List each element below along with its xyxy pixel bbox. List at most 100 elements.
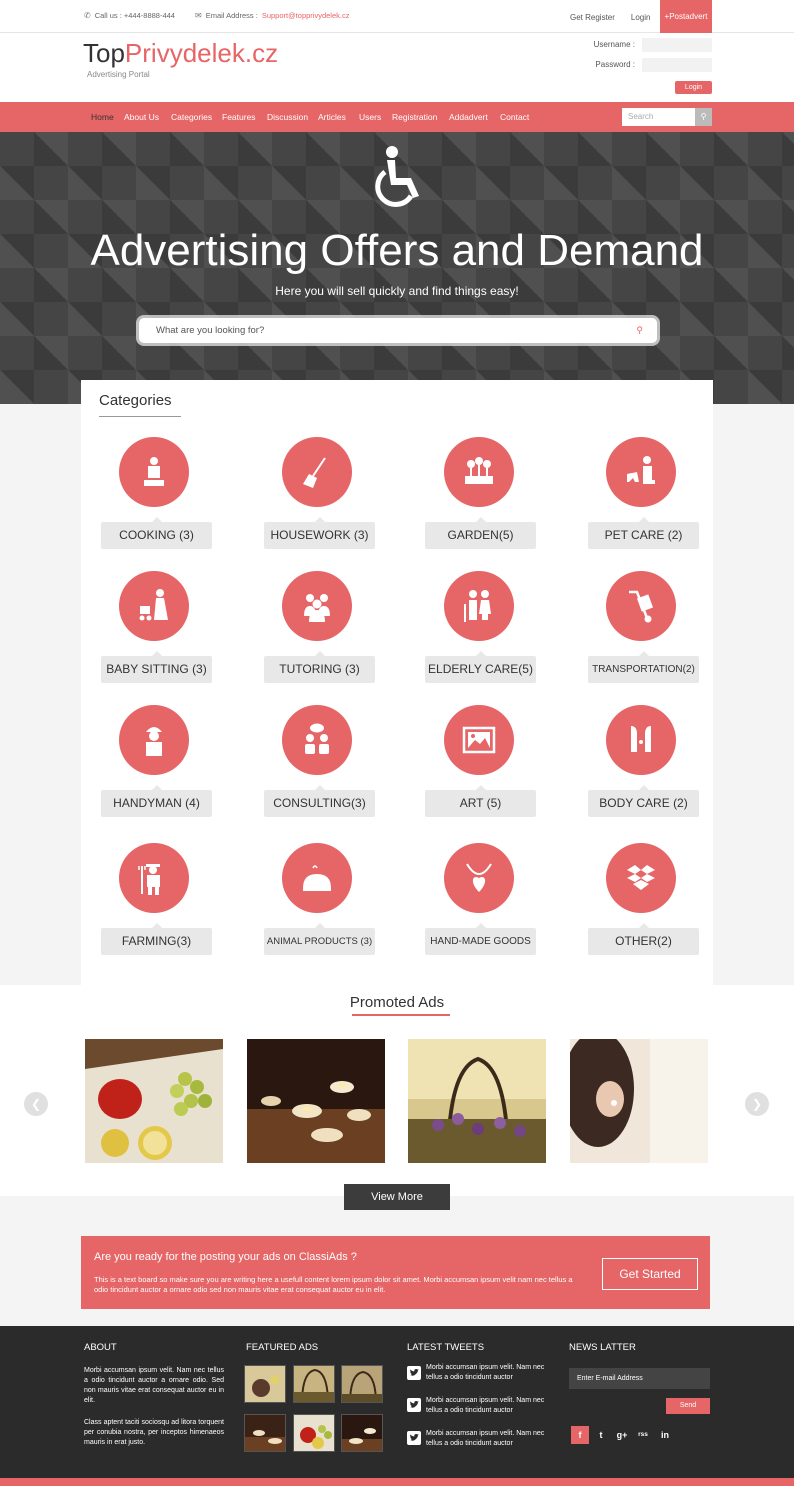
category-label[interactable]: HAND-MADE GOODS — [425, 923, 536, 955]
category-label[interactable]: FARMING(3) — [101, 923, 212, 955]
hero-search-input[interactable]: What are you looking for? ⚲ — [139, 318, 657, 343]
category-label[interactable]: BODY CARE (2) — [588, 785, 699, 817]
site-logo[interactable]: TopPrivydelek.cz — [83, 38, 278, 68]
hero-search-placeholder: What are you looking for? — [156, 325, 265, 336]
category-label[interactable]: PET CARE (2) — [588, 517, 699, 549]
phone-icon: ✆ — [84, 11, 91, 20]
category-circle[interactable] — [444, 705, 514, 775]
chicken-icon — [303, 865, 331, 891]
hero-title: Advertising Offers and Demand — [90, 226, 704, 275]
call-info: ✆ Call us : +444-8888-444 — [84, 11, 175, 20]
category-circle[interactable] — [606, 705, 676, 775]
category-label[interactable]: ANIMAL PRODUCTS (3) — [264, 923, 375, 955]
footer-newsletter-title: NEWS LATTER — [569, 1342, 636, 1353]
password-input[interactable] — [642, 58, 712, 72]
category-label[interactable]: OTHER(2) — [588, 923, 699, 955]
footer-about-p1: Morbi accumsan ipsum velit. Nam nec tell… — [84, 1367, 224, 1404]
promoted-ad-image-vegetables[interactable] — [85, 1039, 223, 1163]
featured-thumb[interactable] — [341, 1414, 383, 1452]
footer-tweets-title: LATEST TWEETS — [407, 1342, 485, 1353]
search-icon[interactable]: ⚲ — [695, 108, 712, 126]
main-nav: Home About Us Categories Features Discus… — [0, 102, 794, 132]
category-circle[interactable] — [282, 437, 352, 507]
category-circle[interactable] — [119, 571, 189, 641]
category-label[interactable]: HANDYMAN (4) — [101, 785, 212, 817]
category-circle[interactable] — [282, 705, 352, 775]
facebook-icon[interactable]: f — [571, 1426, 589, 1444]
username-input[interactable] — [642, 38, 712, 52]
search-icon[interactable]: ⚲ — [636, 325, 643, 336]
featured-thumb[interactable] — [293, 1365, 335, 1403]
tweet-text: Morbi accumsan ipsum velit. Nam nec tell… — [426, 1364, 545, 1381]
promoted-ad-image-candles[interactable] — [247, 1039, 385, 1163]
category-circle[interactable] — [444, 843, 514, 913]
category-circle[interactable] — [606, 571, 676, 641]
category-label[interactable]: ELDERLY CARE(5) — [425, 651, 536, 683]
newsletter-email-input[interactable]: Enter E-mail Address — [569, 1368, 710, 1389]
view-more-button[interactable]: View More — [344, 1184, 450, 1210]
username-label: Username : — [593, 40, 635, 49]
nav-features[interactable]: Features — [222, 112, 256, 122]
consulting-icon — [305, 723, 329, 754]
get-started-button[interactable]: Get Started — [602, 1258, 698, 1290]
featured-thumb[interactable] — [341, 1365, 383, 1403]
nav-search-input[interactable]: Search — [622, 108, 695, 126]
category-label[interactable]: CONSULTING(3) — [264, 785, 375, 817]
get-register-link[interactable]: Get Register — [570, 13, 615, 22]
carousel-prev-icon[interactable]: ❮ — [24, 1092, 48, 1116]
hand-truck-icon — [629, 590, 654, 623]
postadvert-button[interactable]: +Postadvert — [660, 0, 712, 33]
call-label: Call us : +444-8888-444 — [94, 11, 175, 20]
picture-icon — [462, 726, 496, 754]
category-label[interactable]: GARDEN(5) — [425, 517, 536, 549]
category-circle[interactable] — [606, 843, 676, 913]
nav-about-us[interactable]: About Us — [124, 112, 159, 122]
envelope-icon: ✉ — [195, 11, 202, 20]
category-label[interactable]: COOKING (3) — [101, 517, 212, 549]
footer-about-p2: Class aptent taciti sociosqu ad litora t… — [84, 1419, 224, 1446]
category-label[interactable]: BABY SITTING (3) — [101, 651, 212, 683]
category-label[interactable]: TUTORING (3) — [264, 651, 375, 683]
promoted-ad-image-flowers[interactable] — [408, 1039, 546, 1163]
promoted-ad-image-woman[interactable] — [570, 1039, 708, 1163]
nav-home[interactable]: Home — [91, 112, 114, 122]
email-link[interactable]: Support@topprivydelek.cz — [262, 11, 350, 20]
category-label[interactable]: HOUSEWORK (3) — [264, 517, 375, 549]
twitter-social-icon[interactable]: t — [592, 1426, 610, 1444]
category-circle[interactable] — [444, 437, 514, 507]
cta-title: Are you ready for the posting your ads o… — [94, 1251, 357, 1263]
category-label[interactable]: ART (5) — [425, 785, 536, 817]
newsletter-send-button[interactable]: Send — [666, 1398, 710, 1414]
category-circle[interactable] — [282, 571, 352, 641]
nav-discussion[interactable]: Discussion — [267, 112, 308, 122]
cta-body: This is a text board so make sure you ar… — [94, 1275, 573, 1294]
categories-title: Categories — [99, 392, 172, 409]
nav-users[interactable]: Users — [359, 112, 381, 122]
broom-icon — [303, 457, 326, 488]
login-button[interactable]: Login — [675, 81, 712, 94]
twitter-icon — [407, 1431, 421, 1445]
category-circle[interactable] — [282, 843, 352, 913]
featured-thumb[interactable] — [244, 1414, 286, 1452]
nav-contact[interactable]: Contact — [500, 112, 529, 122]
featured-thumb[interactable] — [293, 1414, 335, 1452]
category-circle[interactable] — [444, 571, 514, 641]
nav-registration[interactable]: Registration — [392, 112, 437, 122]
chef-icon — [144, 457, 164, 486]
nav-categories[interactable]: Categories — [171, 112, 212, 122]
category-circle[interactable] — [119, 843, 189, 913]
google-plus-icon[interactable]: g+ — [613, 1426, 631, 1444]
email-info: ✉ Email Address : Support@topprivydelek.… — [195, 11, 349, 20]
carousel-next-icon[interactable]: ❯ — [745, 1092, 769, 1116]
category-circle[interactable] — [119, 705, 189, 775]
featured-thumb[interactable] — [244, 1365, 286, 1403]
rss-icon[interactable]: rss — [634, 1426, 652, 1444]
nav-articles[interactable]: Articles — [318, 112, 346, 122]
top-login-link[interactable]: Login — [631, 13, 651, 22]
top-bar: ✆ Call us : +444-8888-444 ✉ Email Addres… — [0, 0, 794, 33]
linkedin-icon[interactable]: in — [656, 1426, 674, 1444]
category-label[interactable]: TRANSPORTATION(2) — [588, 651, 699, 683]
category-circle[interactable] — [606, 437, 676, 507]
category-circle[interactable] — [119, 437, 189, 507]
nav-addadvert[interactable]: Addadvert — [449, 112, 488, 122]
